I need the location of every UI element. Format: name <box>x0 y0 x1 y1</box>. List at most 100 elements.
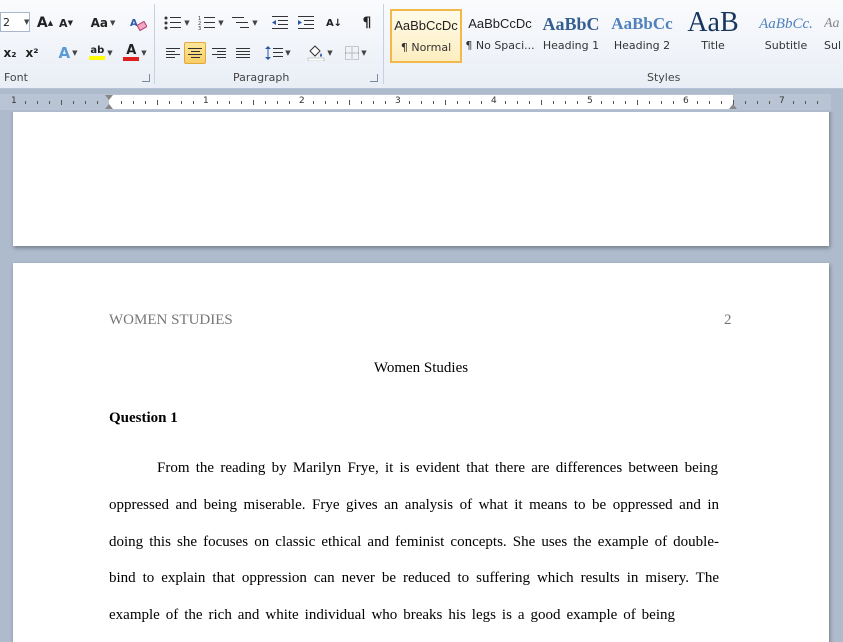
font-color-label: A <box>126 43 137 58</box>
style-sample: AaB <box>687 9 739 38</box>
ruler-number: 6 <box>683 96 689 106</box>
page-2[interactable]: WOMEN STUDIES 2 Women Studies Question 1… <box>13 263 829 642</box>
svg-text:3: 3 <box>198 26 201 30</box>
ruler-tick <box>709 101 710 104</box>
body-line: From the reading by Marilyn Frye, it is … <box>157 460 718 476</box>
align-center-button[interactable] <box>184 42 206 64</box>
ruler-tick <box>445 100 446 105</box>
change-case-button[interactable]: Aa ▼ <box>88 12 118 34</box>
ruler-tick <box>673 101 674 104</box>
body-line: doing this she focuses on classic ethica… <box>109 534 719 550</box>
justify-button[interactable] <box>232 42 254 64</box>
ruler-tick <box>577 101 578 104</box>
superscript-button[interactable]: x² <box>22 42 42 64</box>
sort-button[interactable]: A↓ <box>322 12 346 34</box>
right-indent-marker[interactable] <box>729 104 737 109</box>
line-spacing-button[interactable]: ▼ <box>262 42 294 64</box>
style-name: Subtitle <box>764 39 808 52</box>
grow-font-button[interactable]: A ▲ <box>34 12 56 34</box>
highlight-label: ab <box>90 45 105 56</box>
ruler-tick <box>49 101 50 104</box>
horizontal-ruler[interactable]: 1 1 2 3 4 5 6 7 <box>0 94 831 110</box>
ruler-tick <box>349 100 350 105</box>
style-sample: Aa <box>824 16 840 31</box>
borders-button[interactable]: ▼ <box>340 42 372 64</box>
style-no-spacing[interactable]: AaBbCcDc ¶ No Spaci... <box>464 9 536 63</box>
ruler-tick <box>325 101 326 104</box>
ruler-tick <box>85 101 86 104</box>
shading-button[interactable]: ▼ <box>304 42 336 64</box>
align-left-button[interactable] <box>162 42 184 64</box>
clear-formatting-button[interactable]: A <box>126 12 150 34</box>
increase-indent-button[interactable] <box>294 12 318 34</box>
chevron-down-icon: ▼ <box>24 18 30 26</box>
ruler-tick <box>793 101 794 104</box>
ruler-tick <box>145 101 146 104</box>
decrease-indent-button[interactable] <box>268 12 292 34</box>
body-line: example of the rich and white individual… <box>109 607 675 623</box>
highlight-color-swatch <box>89 56 106 60</box>
ruler-tick <box>361 101 362 104</box>
ruler-tick <box>529 101 530 104</box>
line-spacing-icon <box>265 46 284 60</box>
ruler-number: 1 <box>203 96 209 106</box>
group-separator <box>154 4 155 84</box>
font-size-box[interactable]: 2 ▼ <box>0 12 30 32</box>
highlight-button[interactable]: ab ▼ <box>84 42 118 64</box>
numbering-button[interactable]: 1 2 3 ▼ <box>196 12 226 34</box>
ruler-tick <box>193 101 194 104</box>
ruler-left-margin <box>1 95 109 109</box>
document-title: Women Studies <box>373 360 469 376</box>
subscript-button[interactable]: x₂ <box>0 42 20 64</box>
ruler-tick <box>253 100 254 105</box>
style-normal[interactable]: AaBbCcDc ¶ Normal <box>390 9 462 63</box>
style-title[interactable]: AaB Title <box>680 9 746 63</box>
ruler-tick <box>769 101 770 104</box>
ruler-tick <box>217 101 218 104</box>
ruler-tick <box>241 101 242 104</box>
ruler-tick <box>637 100 638 105</box>
show-formatting-button[interactable]: ¶ <box>356 12 378 34</box>
style-heading-2[interactable]: AaBbCc Heading 2 <box>606 9 678 63</box>
style-sample: AaBbCc. <box>759 16 813 32</box>
ruler-tick <box>289 101 290 104</box>
hanging-indent-marker[interactable] <box>105 104 113 109</box>
ruler-number: 5 <box>587 96 593 106</box>
ruler-tick <box>613 101 614 104</box>
align-left-icon <box>166 48 180 58</box>
ruler-tick <box>385 101 386 104</box>
multilevel-list-icon <box>232 17 250 28</box>
font-color-button[interactable]: A ▼ <box>120 42 150 64</box>
first-line-indent-marker[interactable] <box>105 95 113 100</box>
ruler-tick <box>409 101 410 104</box>
style-sample: AaBbC <box>542 14 600 34</box>
ruler-tick <box>541 100 542 105</box>
paragraph-dialog-launcher[interactable] <box>370 74 378 82</box>
page-number: 2 <box>724 312 732 328</box>
ruler-number: 3 <box>395 96 401 106</box>
ruler-tick <box>421 101 422 104</box>
ruler-tick <box>229 101 230 104</box>
style-subtitle[interactable]: AaBbCc. Subtitle <box>750 9 822 63</box>
ruler-tick <box>97 101 98 104</box>
text-effects-button[interactable]: A ▼ <box>54 42 82 64</box>
ruler-tick <box>481 101 482 104</box>
style-subtle[interactable]: Aa Sul <box>824 9 843 63</box>
align-right-button[interactable] <box>208 42 230 64</box>
body-line: oppressed and being miserable. Frye give… <box>109 497 719 513</box>
ruler-tick <box>469 101 470 104</box>
font-group-label: Font <box>4 71 28 84</box>
font-dialog-launcher[interactable] <box>142 74 150 82</box>
page-1[interactable] <box>13 112 829 246</box>
bullets-button[interactable]: ▼ <box>162 12 192 34</box>
multilevel-list-button[interactable]: ▼ <box>230 12 260 34</box>
ruler-tick <box>457 101 458 104</box>
shrink-font-button[interactable]: A ▼ <box>56 12 76 34</box>
style-heading-1[interactable]: AaBbC Heading 1 <box>538 9 604 63</box>
ruler-tick <box>25 101 26 104</box>
font-size-value: 2 <box>3 15 10 29</box>
ruler-tick <box>73 101 74 104</box>
ruler-tick <box>505 101 506 104</box>
ruler-tick <box>817 101 818 104</box>
font-color-swatch <box>123 57 140 61</box>
